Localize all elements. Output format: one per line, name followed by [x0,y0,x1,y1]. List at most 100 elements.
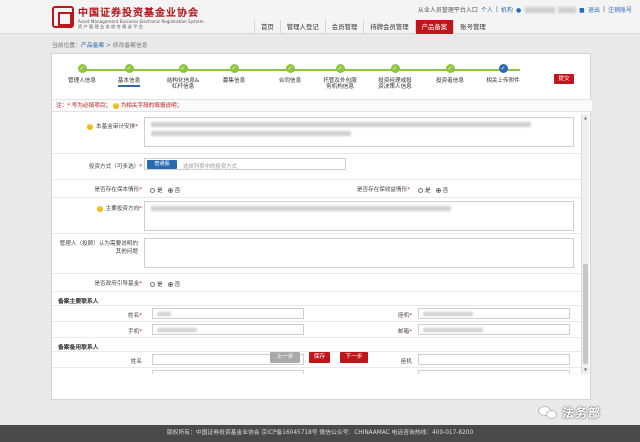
gov-guide-yes-radio[interactable]: 是 [150,280,163,288]
row-backup-contact-title: 备案备用联系人 [52,338,582,352]
guaranteed-return-no-radio[interactable]: 否 [435,186,448,194]
breadcrumb-separator: > [104,43,113,49]
user-bar: 从业人员管理平台入口 个人 | 机构 ● ■ 退出 | 注销账号 [417,5,632,14]
check-icon: ✓ [335,64,345,73]
main-nav: 首页 管理人登记 会员管理 持牌会员管理 产品备案 账号管理 [254,20,492,34]
save-button[interactable]: 保存 [309,352,330,363]
cancel-account-link[interactable]: 注销账号 [608,5,632,14]
primary-name-input[interactable] [152,308,304,319]
gov-guide-radio-group: 是 否 [150,280,180,288]
gov-guide-no-radio[interactable]: 否 [167,280,180,288]
guaranteed-return-radio-group: 是 否 [418,186,448,194]
nav-account[interactable]: 账号管理 [453,20,492,34]
primary-mobile-label: 手机 [128,329,140,335]
scroll-thumb[interactable] [583,264,588,364]
check-icon: ✓ [445,64,455,73]
required-note: 注：* 号为必填项目； [56,103,111,109]
next-step-button[interactable]: 下一步 [340,352,368,363]
step-investment-manager[interactable]: ✓ 投资经理或投 资决策人信息 [365,64,425,90]
nav-product-filing[interactable]: 产品备案 [414,20,454,34]
row-fund-audit: ? 本基金审计安排* [52,114,582,154]
nav-licensed-member[interactable]: 持牌会员管理 [363,20,414,34]
backup-mobile-input[interactable] [152,370,304,374]
org-link[interactable]: 机构 [501,5,513,14]
step-fundraising[interactable]: ✓ 募集信息 [204,64,264,84]
breadcrumb: 当前位置：产品备案 > 修改备案信息 [52,40,148,49]
check-icon: ✓ [178,64,188,73]
check-icon: ✓ [124,64,134,73]
breadcrumb-prefix: 当前位置： [52,43,81,49]
backup-email-input[interactable] [418,370,570,374]
guarantee-no-radio[interactable]: 否 [167,186,180,194]
form-scrollbar[interactable]: ▲ ▼ [581,114,589,374]
nav-manager-register[interactable]: 管理人登记 [279,20,325,34]
guarantee-yes-radio[interactable]: 是 [150,186,163,194]
guarantee-label: 是否存在保本情形 [94,187,140,193]
breadcrumb-current: 修改备案信息 [112,43,148,49]
row-guarantee: 是否存在保本情形* 是 否 是否存在保收益情形* 是 否 [52,180,582,198]
watermark-text: 法务部 [562,406,602,420]
backup-contact-title: 备案备用联系人 [58,345,99,351]
check-icon: ✓ [77,64,87,73]
filing-panel: ✓ 管理人信息 ✓ 基本信息 ✓ 结构化信息& 杠杆信息 ✓ 募集信息 ✓ 合同… [51,53,592,400]
question-icon: ? [87,123,94,130]
form-notice: 注：* 号为必填项目； ? 为相关字段的填报说明； [52,99,592,112]
primary-mobile-input[interactable] [152,324,304,335]
submit-button[interactable]: 提交 [554,74,574,84]
row-primary-mobile: 手机* 邮箱* [52,322,582,338]
step-custody-outsourcing[interactable]: ✓ 托管及外包服 务机构信息 [310,64,370,90]
row-primary-name: 姓名* 座机* [52,306,582,322]
step-progress: ✓ 管理人信息 ✓ 基本信息 ✓ 结构化信息& 杠杆信息 ✓ 募集信息 ✓ 合同… [52,54,592,96]
question-icon: ? [96,205,103,212]
tip-note: 为相关字段的填报说明； [120,103,183,109]
wechat-icon [538,405,558,420]
other-issue-textarea[interactable] [144,238,574,268]
nav-home[interactable]: 首页 [254,20,280,34]
site-footer: 版权所有：中国证券投资基金业协会 京ICP备16045718号 微信公众号：CH… [0,425,640,442]
invest-method-label: 投资方式（可多选） [88,164,140,170]
logo-title: 中国证券投资基金业协会 [78,8,199,19]
question-icon: ? [112,102,119,109]
wechat-watermark: 法务部 [538,404,601,421]
site-header: 中国证券投资基金业协会 Asset Management Business El… [0,0,640,34]
logo-mark-icon [52,5,74,28]
prev-step-button[interactable]: 上一步 [270,352,300,363]
guaranteed-return-yes-radio[interactable]: 是 [418,186,431,194]
personal-link[interactable]: 个人 [481,5,493,14]
primary-name-label: 姓名 [128,313,140,319]
step-investor-info[interactable]: ✓ 投资者信息 [420,64,480,84]
backup-mobile-label: 手机 [92,373,142,374]
check-icon: ✓ [229,64,239,73]
form-scroll-area[interactable]: ? 本基金审计安排* 投资方式（可多选）* 普通股 选择列表中的投资方式 是否存… [52,114,582,374]
invest-method-field[interactable]: 普通股 选择列表中的投资方式 [144,158,346,170]
scroll-up-icon[interactable]: ▲ [583,115,588,121]
invest-pick-button[interactable]: 普通股 [147,160,177,169]
primary-contact-title: 备案主要联系人 [58,299,99,305]
other-issue-label: 管理人（投顾）认为需要说明的其他问题 [59,241,138,255]
breadcrumb-product-filing[interactable]: 产品备案 [81,43,104,49]
nav-member[interactable]: 会员管理 [324,20,364,34]
action-buttons: 上一步 保存 下一步 [0,352,640,364]
main-invest-label: 主要投资方向 [105,206,140,212]
primary-email-label: 邮箱 [398,329,410,335]
staff-entry-text: 从业人员管理平台入口 [417,7,478,14]
main-invest-textarea[interactable] [144,201,574,231]
exit-icon: ■ [578,6,585,14]
primary-landline-label: 座机 [398,313,410,319]
check-icon: ✓ [390,64,400,73]
logout-link[interactable]: 退出 [588,5,600,14]
gov-guide-label: 是否政府引导基金 [94,281,140,287]
guaranteed-return-label: 是否存在保收益情形 [356,187,408,193]
invest-placeholder: 选择列表中的投资方式 [183,164,237,170]
row-backup-mobile: 手机 邮箱 [52,368,582,374]
org-redacted [557,6,576,13]
primary-email-input[interactable] [418,324,570,335]
step-attachments[interactable]: ✓ 相关上传附件 [473,64,533,84]
primary-landline-input[interactable] [418,308,570,319]
step-basic-info[interactable]: ✓ 基本信息 [99,64,159,87]
username-redacted [524,6,555,13]
fund-audit-textarea[interactable] [144,117,574,147]
logo[interactable]: 中国证券投资基金业协会 Asset Management Business El… [52,4,204,29]
scroll-down-icon[interactable]: ▼ [583,367,588,373]
row-primary-contact-title: 备案主要联系人 [52,292,582,306]
